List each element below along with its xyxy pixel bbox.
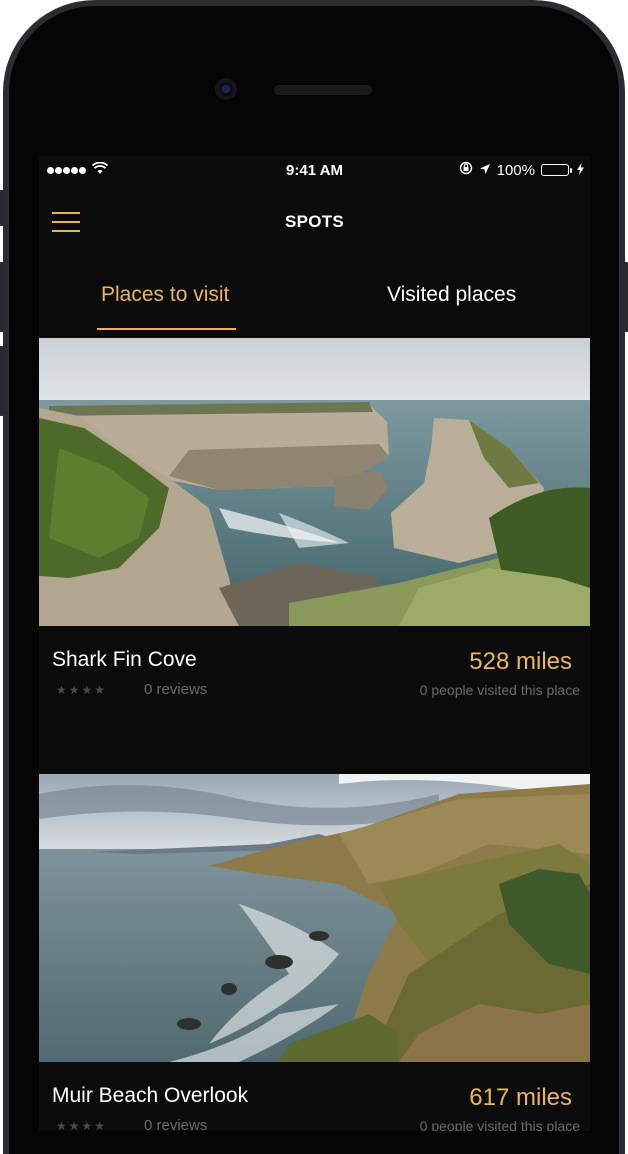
- place-info: Shark Fin Cove ★★★★ 0 reviews 528 miles …: [39, 626, 590, 774]
- orientation-lock-icon: [459, 161, 473, 179]
- place-photo: [39, 338, 590, 626]
- reviews-count: 0 reviews: [144, 681, 208, 698]
- volume-down-button: [0, 346, 4, 416]
- rating-stars-icon: ★★★★: [56, 683, 108, 697]
- earpiece-speaker: [274, 85, 372, 95]
- volume-up-button: [0, 262, 4, 332]
- front-camera: [215, 78, 237, 100]
- tab-bar: Places to visit Visited places: [39, 271, 590, 333]
- place-info: Muir Beach Overlook ★★★★ 0 reviews 617 m…: [39, 1062, 590, 1131]
- app-screen: 9:41 AM 100% SPOTS Places to visit Visit…: [39, 156, 590, 1131]
- power-button: [624, 262, 628, 332]
- place-photo: [39, 774, 590, 1062]
- battery-percent: 100%: [496, 161, 535, 179]
- charging-bolt-icon: [577, 162, 584, 179]
- mute-switch: [0, 190, 4, 226]
- visited-count: 0 people visited this place: [419, 682, 580, 698]
- place-distance: 528 miles: [469, 648, 572, 675]
- page-title: SPOTS: [284, 212, 345, 231]
- nav-bar: SPOTS: [39, 186, 590, 258]
- place-distance: 617 miles: [469, 1084, 572, 1111]
- tab-visited-places[interactable]: Visited places: [387, 283, 516, 307]
- place-name: Muir Beach Overlook: [52, 1084, 249, 1107]
- reviews-count: 0 reviews: [144, 1117, 208, 1131]
- rating-stars-icon: ★★★★: [56, 1119, 108, 1131]
- place-name: Shark Fin Cove: [52, 648, 197, 671]
- active-tab-indicator: [97, 328, 236, 330]
- battery-icon: [541, 164, 572, 176]
- visited-count: 0 people visited this place: [419, 1118, 580, 1131]
- status-right: 100%: [459, 161, 584, 179]
- status-bar: 9:41 AM 100%: [39, 156, 590, 186]
- location-arrow-icon: [479, 162, 491, 179]
- place-card[interactable]: Shark Fin Cove ★★★★ 0 reviews 528 miles …: [39, 338, 590, 774]
- place-card[interactable]: Muir Beach Overlook ★★★★ 0 reviews 617 m…: [39, 774, 590, 1131]
- tab-places-to-visit[interactable]: Places to visit: [101, 283, 229, 307]
